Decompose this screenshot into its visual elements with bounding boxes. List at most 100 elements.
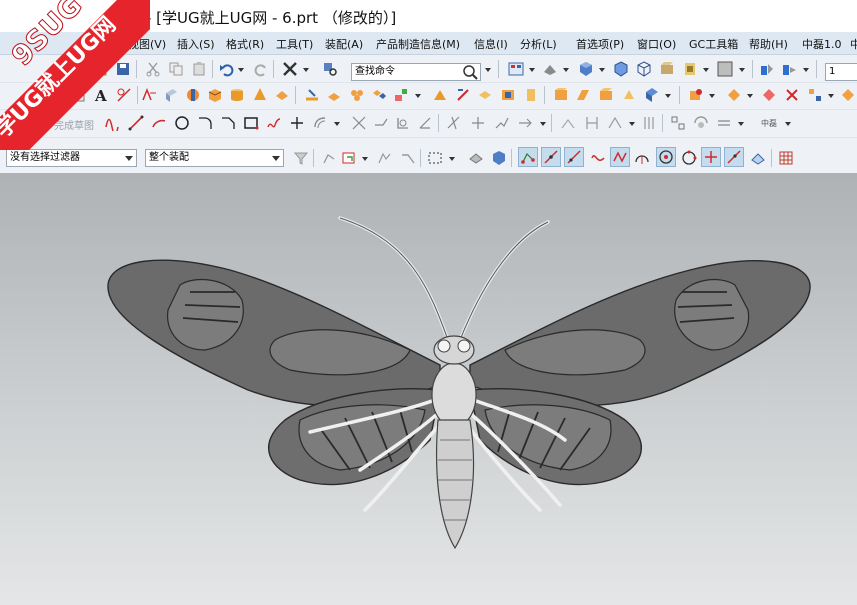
point-icon[interactable] <box>289 115 305 131</box>
block-icon[interactable] <box>207 87 223 103</box>
sweep-icon[interactable] <box>553 87 569 103</box>
move-layer-icon[interactable] <box>759 61 775 77</box>
rectangle-select-dropdown[interactable] <box>448 150 456 166</box>
mirror-icon[interactable] <box>575 87 591 103</box>
relations-browser-icon[interactable] <box>607 115 623 131</box>
menu-help[interactable]: 帮助(H) <box>749 36 788 52</box>
offset-curve-icon[interactable] <box>312 115 328 131</box>
control-point-toggle[interactable] <box>564 147 584 167</box>
search-dropdown[interactable] <box>484 61 492 77</box>
extrude-icon[interactable] <box>163 87 179 103</box>
hidden-icon[interactable] <box>636 61 652 77</box>
sphere-icon[interactable] <box>274 87 290 103</box>
intersect-icon[interactable] <box>393 87 409 103</box>
point-on-curve-toggle[interactable] <box>724 147 744 167</box>
work-layer-field[interactable]: 1 <box>825 63 857 81</box>
undo-dropdown[interactable] <box>237 61 245 77</box>
constraint-assembly-icon[interactable] <box>761 87 777 103</box>
intersection-toggle[interactable] <box>610 147 630 167</box>
split-body-icon[interactable] <box>644 87 660 103</box>
redo-icon[interactable] <box>253 61 269 77</box>
layer-icon[interactable] <box>717 61 733 77</box>
curve-point-icon[interactable] <box>590 150 606 166</box>
background-color-dropdown[interactable] <box>702 61 710 77</box>
thicken-icon[interactable] <box>523 87 539 103</box>
make-corner-icon[interactable] <box>417 115 433 131</box>
rectangle-select-icon[interactable] <box>427 150 443 166</box>
dimension-icon[interactable] <box>470 115 486 131</box>
menu-insert[interactable]: 插入(S) <box>177 36 215 52</box>
profile-icon[interactable] <box>104 115 120 131</box>
edge-blend-icon[interactable] <box>432 87 448 103</box>
menu-view[interactable]: 视图(V) <box>128 36 166 52</box>
menu-info[interactable]: 信息(I) <box>474 36 508 52</box>
open-folder-icon[interactable] <box>91 61 107 77</box>
show-constraint-icon[interactable] <box>517 115 533 131</box>
shell-icon[interactable] <box>477 87 493 103</box>
selection-filter-select[interactable]: 没有选择过滤器 <box>6 149 137 167</box>
wave-link-icon[interactable] <box>840 87 856 103</box>
finish-sketch-icon[interactable] <box>34 115 50 131</box>
snap-point-icon[interactable] <box>376 150 392 166</box>
cut-icon[interactable] <box>145 61 161 77</box>
trim-curve-icon[interactable] <box>351 115 367 131</box>
menu-overflow[interactable]: 中 <box>850 36 857 52</box>
component-icon[interactable] <box>491 150 507 166</box>
corner-icon[interactable] <box>395 115 411 131</box>
feature-icon[interactable] <box>141 87 157 103</box>
existing-point-toggle[interactable] <box>701 147 721 167</box>
menu-pmi[interactable]: 产品制造信息(M) <box>376 36 460 52</box>
delete-dropdown[interactable] <box>302 61 310 77</box>
quadrant-icon[interactable] <box>681 150 697 166</box>
cylinder-icon[interactable] <box>229 87 245 103</box>
component-add-icon[interactable] <box>726 87 742 103</box>
menu-analysis[interactable]: 分析(L) <box>520 36 557 52</box>
layer-settings-icon[interactable] <box>781 61 797 77</box>
show-constraint-dropdown[interactable] <box>539 115 547 131</box>
animate-dimension-icon[interactable] <box>642 115 658 131</box>
auto-constraint-icon[interactable] <box>494 115 510 131</box>
component-add-dropdown[interactable] <box>746 87 754 103</box>
filter-settings-icon[interactable] <box>293 150 309 166</box>
chamfer-icon[interactable] <box>455 87 471 103</box>
render-style-dropdown[interactable] <box>562 61 570 77</box>
point-on-surface-icon[interactable] <box>750 150 766 166</box>
solid-body-icon[interactable] <box>468 150 484 166</box>
subtract-icon[interactable] <box>371 87 387 103</box>
menu-preferences[interactable]: 首选项(P) <box>576 36 624 52</box>
arc-icon[interactable] <box>151 115 167 131</box>
save-icon[interactable] <box>115 61 131 77</box>
trim-icon[interactable] <box>326 87 342 103</box>
alternate-solution-icon[interactable] <box>584 115 600 131</box>
graphics-viewport[interactable] <box>0 173 857 605</box>
circle-icon[interactable] <box>174 115 190 131</box>
menu-gc-toolbox[interactable]: GC工具箱 <box>689 36 738 52</box>
shaded-dropdown[interactable] <box>598 61 606 77</box>
draft-icon[interactable] <box>621 87 637 103</box>
sketch-lang-dropdown[interactable] <box>784 115 792 131</box>
part-navigator-icon[interactable] <box>70 87 86 103</box>
explode-dropdown[interactable] <box>827 87 835 103</box>
arc-center-icon[interactable] <box>634 150 650 166</box>
delete-icon[interactable] <box>282 61 298 77</box>
select-box-dropdown[interactable] <box>361 150 369 166</box>
convert-reference-icon[interactable] <box>560 115 576 131</box>
offset-icon[interactable] <box>500 87 516 103</box>
sketch-lang-icon[interactable]: 中磊 <box>759 115 783 131</box>
search-icon[interactable] <box>462 64 478 80</box>
command-finder-icon[interactable] <box>322 61 338 77</box>
paste-icon[interactable] <box>191 61 207 77</box>
grid-icon[interactable] <box>778 150 794 166</box>
explode-icon[interactable] <box>807 87 823 103</box>
midpoint-snap-toggle[interactable] <box>541 147 561 167</box>
measure-icon[interactable] <box>116 87 132 103</box>
line-icon[interactable] <box>128 115 144 131</box>
assembly-scope-select[interactable]: 整个装配 <box>145 149 284 167</box>
menu-window[interactable]: 窗口(O) <box>637 36 676 52</box>
shaded-icon[interactable] <box>578 61 594 77</box>
background-color-icon[interactable] <box>682 61 698 77</box>
constraint-icon[interactable] <box>446 115 462 131</box>
menu-assembly[interactable]: 装配(A) <box>325 36 363 52</box>
text-icon[interactable]: A <box>93 87 109 103</box>
fillet-icon[interactable] <box>197 115 213 131</box>
